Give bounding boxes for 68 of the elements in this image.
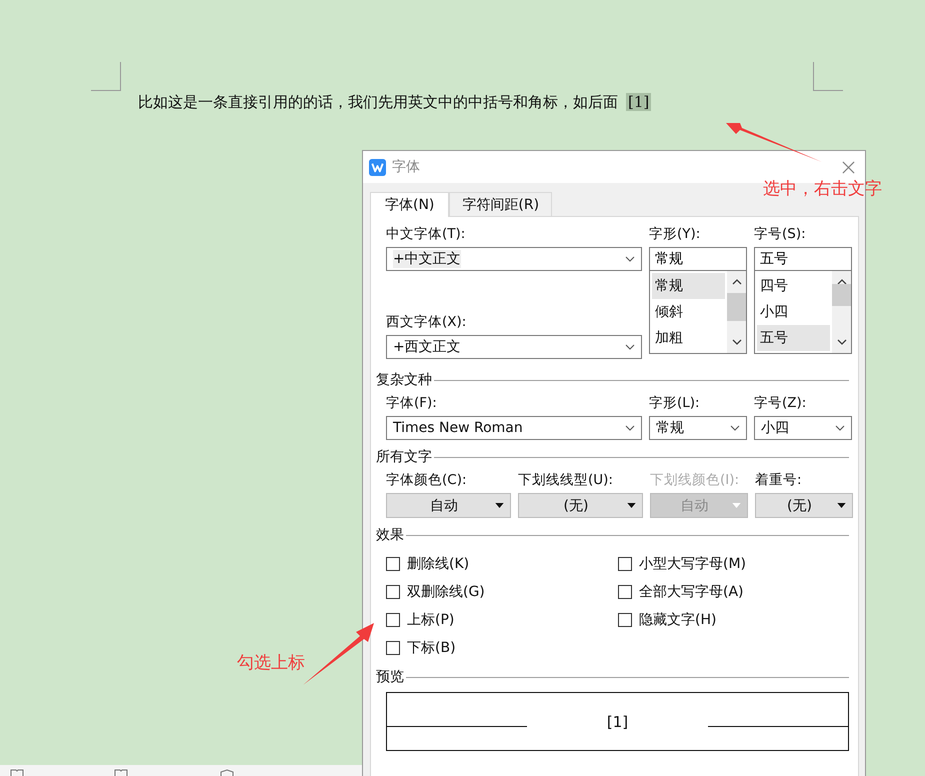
section-heading: 复杂文种: [376, 371, 432, 389]
checkbox-label: 双删除线(G): [407, 583, 485, 601]
dropdown-arrow-icon: [495, 503, 504, 508]
checkbox-label: 上标(P): [407, 611, 454, 629]
scrollbar[interactable]: [727, 271, 746, 353]
field-label: 字形(L):: [649, 395, 701, 412]
page-corner-mark: [813, 62, 843, 91]
list-option[interactable]: 倾斜: [652, 299, 725, 325]
checkbox[interactable]: [386, 557, 400, 571]
list-option[interactable]: 四号: [757, 273, 830, 299]
checkbox[interactable]: [618, 557, 632, 571]
chevron-icon: [835, 425, 845, 431]
dropdown-arrow-icon: [837, 503, 846, 508]
scrollbar[interactable]: [832, 271, 851, 353]
window-title: 字体: [392, 158, 421, 176]
page-corner-mark: [91, 62, 121, 91]
checkbox[interactable]: [386, 641, 400, 655]
section-heading: 效果: [376, 526, 404, 544]
checkbox-label: 小型大写字母(M): [639, 555, 746, 573]
dropdown-button[interactable]: 自动: [386, 493, 511, 518]
preview-text: [1]: [606, 712, 630, 730]
font-dropdown[interactable]: +中文正文: [386, 247, 642, 271]
list-option[interactable]: 加粗: [652, 325, 725, 351]
input-field[interactable]: 常规: [649, 247, 747, 271]
checkbox-label: 下标(B): [407, 639, 456, 657]
dropdown-arrow-icon: [732, 503, 741, 508]
section-heading: 预览: [376, 668, 404, 686]
checkbox[interactable]: [386, 585, 400, 599]
chevron-icon: [625, 425, 635, 431]
field-label: 下划线线型(U):: [518, 472, 614, 489]
checkbox-label: 删除线(K): [407, 555, 470, 573]
field-label: 字号(Z):: [754, 395, 808, 412]
dropdown-arrow-icon: [627, 503, 636, 508]
checkbox-label: 隐藏文字(H): [639, 611, 716, 629]
checkbox-label: 全部大写字母(A): [639, 583, 744, 601]
field-label: 下划线颜色(I):: [650, 472, 740, 489]
tab[interactable]: 字符间距(R): [449, 192, 552, 216]
dropdown[interactable]: 小四: [754, 416, 852, 440]
tab[interactable]: 字体(N): [370, 192, 450, 217]
close-icon[interactable]: [842, 160, 855, 174]
selected-text: [1]: [626, 93, 652, 111]
field-label: 字形(Y):: [649, 226, 702, 243]
dropdown-button[interactable]: (无): [755, 493, 853, 518]
field-label: 西文字体(X):: [386, 314, 468, 331]
list-option[interactable]: 五号: [757, 325, 830, 351]
dropdown[interactable]: 常规: [649, 416, 747, 440]
chevron-icon: [624, 256, 635, 262]
checkbox[interactable]: [618, 585, 632, 599]
dropdown-button[interactable]: (无): [518, 493, 643, 518]
field-label: 字体(F):: [386, 395, 438, 412]
list-option[interactable]: 小四: [757, 299, 830, 325]
annotation-text: 勾选上标: [237, 652, 305, 674]
document-paragraph: 比如这是一条直接引用的的话，我们先用英文中的中括号和角标，如后面 [1]: [138, 92, 652, 113]
field-label: 字号(S):: [754, 226, 807, 243]
field-label: 中文字体(T):: [386, 226, 466, 243]
app-logo-icon: [369, 158, 386, 176]
field-label: 着重号:: [755, 472, 803, 489]
font-dropdown[interactable]: +西文正文: [386, 335, 642, 359]
chevron-icon: [625, 344, 635, 350]
annotation-text: 选中，右击文字: [763, 178, 882, 200]
input-field[interactable]: 五号: [754, 247, 852, 271]
chevron-icon: [730, 425, 740, 431]
list-option[interactable]: 常规: [652, 273, 725, 299]
dropdown[interactable]: Times New Roman: [386, 416, 642, 440]
field-label: 字体颜色(C):: [386, 472, 468, 489]
checkbox[interactable]: [618, 613, 632, 627]
checkbox[interactable]: [386, 613, 400, 627]
section-heading: 所有文字: [376, 448, 432, 466]
